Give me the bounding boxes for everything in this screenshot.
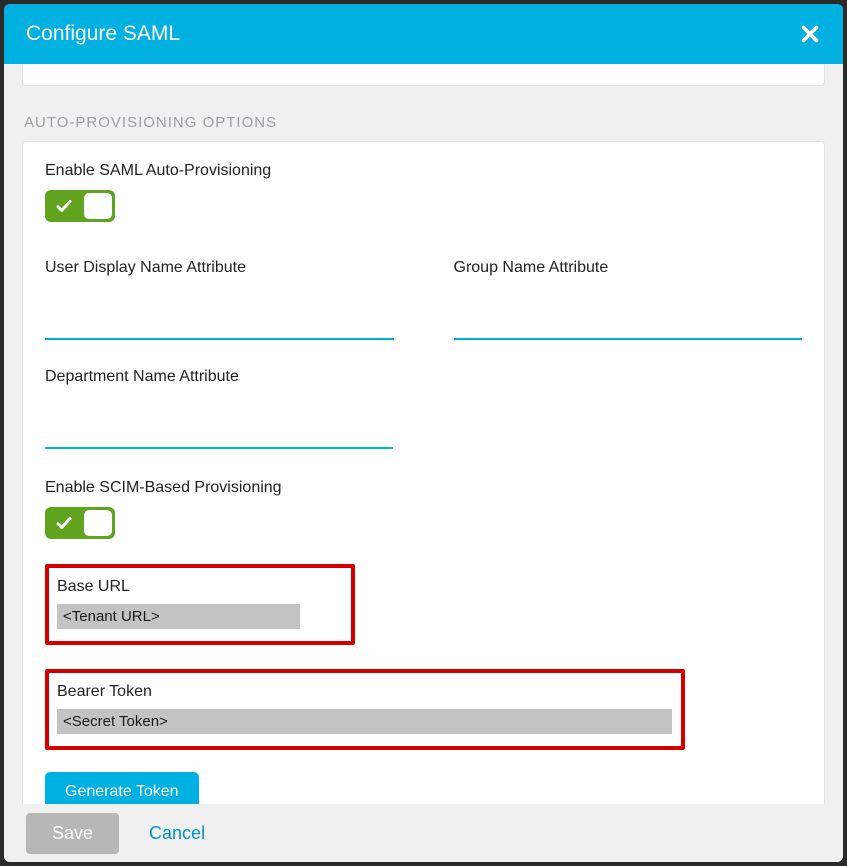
bearer-token-highlight: Bearer Token <Secret Token> [45, 669, 685, 750]
attribute-row: User Display Name Attribute Group Name A… [45, 259, 802, 340]
enable-saml-label: Enable SAML Auto-Provisioning [45, 162, 802, 180]
group-name-label: Group Name Attribute [454, 259, 803, 277]
dept-name-input[interactable] [45, 418, 393, 449]
section-heading: AUTO-PROVISIONING OPTIONS [24, 114, 825, 131]
base-url-highlight: Base URL <Tenant URL> [45, 564, 355, 645]
modal-body-scroll[interactable]: AUTO-PROVISIONING OPTIONS Enable SAML Au… [4, 64, 843, 804]
user-display-col: User Display Name Attribute [45, 259, 394, 340]
user-display-input[interactable] [45, 309, 394, 340]
enable-scim-toggle[interactable] [45, 507, 115, 539]
bearer-token-label: Bearer Token [57, 683, 671, 701]
dept-name-col: Department Name Attribute [45, 368, 393, 449]
base-url-label: Base URL [57, 578, 341, 596]
save-button[interactable]: Save [26, 813, 119, 854]
enable-scim-label: Enable SCIM-Based Provisioning [45, 479, 802, 497]
modal-body: AUTO-PROVISIONING OPTIONS Enable SAML Au… [4, 64, 843, 804]
enable-saml-toggle[interactable] [45, 190, 115, 222]
scim-block: Enable SCIM-Based Provisioning [45, 479, 802, 544]
generate-token-button[interactable]: Generate Token [45, 772, 199, 804]
user-display-label: User Display Name Attribute [45, 259, 394, 277]
toggle-knob [84, 510, 112, 536]
modal-footer: Save Cancel [4, 804, 843, 862]
toggle-knob [84, 193, 112, 219]
group-name-col: Group Name Attribute [454, 259, 803, 340]
check-icon [55, 514, 73, 532]
bearer-token-value: <Secret Token> [57, 709, 672, 734]
dept-name-label: Department Name Attribute [45, 368, 393, 386]
cancel-button[interactable]: Cancel [149, 823, 205, 844]
close-icon[interactable] [799, 23, 821, 45]
base-url-value: <Tenant URL> [57, 604, 300, 629]
auto-provisioning-card: Enable SAML Auto-Provisioning User Displ… [22, 141, 825, 804]
modal-dialog: Configure SAML AUTO-PROVISIONING OPTIONS… [4, 4, 843, 862]
modal-header: Configure SAML [4, 4, 843, 64]
group-name-input[interactable] [454, 309, 803, 340]
check-icon [55, 197, 73, 215]
previous-card-tail [22, 64, 825, 86]
modal-title: Configure SAML [26, 22, 180, 46]
